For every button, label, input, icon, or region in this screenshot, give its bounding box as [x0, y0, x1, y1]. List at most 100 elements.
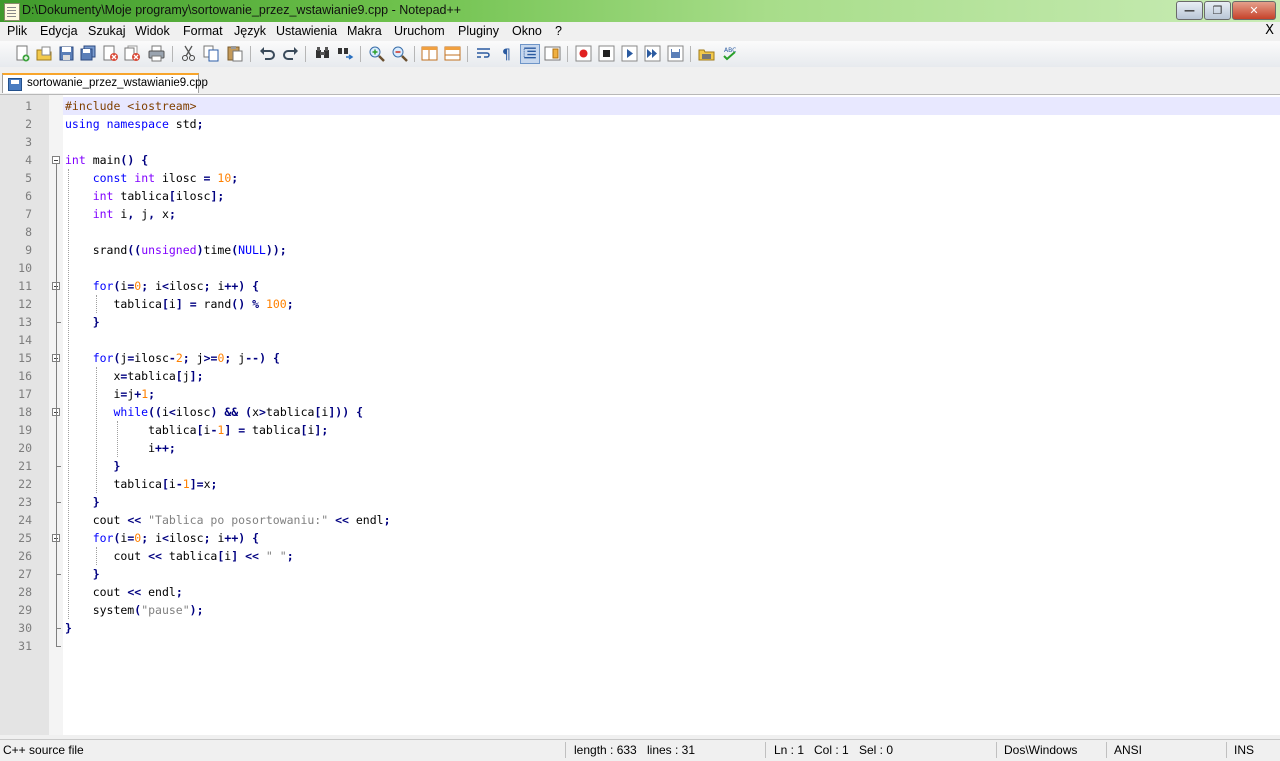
line-number[interactable]: 19 — [0, 423, 32, 437]
run-macro-multiple-icon[interactable] — [644, 45, 661, 62]
code-line[interactable]: i=j+1; — [63, 385, 1280, 403]
line-number[interactable]: 9 — [0, 243, 32, 257]
code-line[interactable]: cout << tablica[i] << " "; — [63, 547, 1280, 565]
line-number[interactable]: 2 — [0, 117, 32, 131]
notepad-plus-plus-icon[interactable] — [4, 3, 20, 21]
code-line[interactable]: const int ilosc = 10; — [63, 169, 1280, 187]
line-number[interactable]: 10 — [0, 261, 32, 275]
line-number[interactable]: 13 — [0, 315, 32, 329]
close-all-icon[interactable] — [124, 45, 141, 62]
menu-pluginy[interactable]: Pluginy — [458, 24, 499, 38]
paste-icon[interactable] — [226, 45, 243, 62]
code-line[interactable]: for(i=0; i<ilosc; i++) { — [63, 529, 1280, 547]
line-number[interactable]: 14 — [0, 333, 32, 347]
code-line[interactable]: using namespace std; — [63, 115, 1280, 133]
line-number[interactable]: 27 — [0, 567, 32, 581]
record-macro-icon[interactable] — [575, 45, 592, 62]
print-icon[interactable] — [148, 45, 165, 62]
line-number[interactable]: 18 — [0, 405, 32, 419]
line-number[interactable]: 12 — [0, 297, 32, 311]
maximize-button[interactable]: ❐ — [1204, 1, 1231, 20]
tab-file[interactable]: sortowanie_przez_wstawianie9.cpp — [2, 73, 208, 93]
replace-icon[interactable] — [337, 45, 354, 62]
line-number[interactable]: 25 — [0, 531, 32, 545]
sync-horizontal-icon[interactable] — [444, 45, 461, 62]
code-line[interactable]: tablica[i] = rand() % 100; — [63, 295, 1280, 313]
word-wrap-icon[interactable] — [475, 45, 492, 62]
code-line[interactable]: tablica[i-1]=x; — [63, 475, 1280, 493]
code-line[interactable]: } — [63, 313, 1280, 331]
line-number[interactable]: 23 — [0, 495, 32, 509]
line-number[interactable]: 7 — [0, 207, 32, 221]
play-macro-icon[interactable] — [621, 45, 638, 62]
menu-widok[interactable]: Widok — [135, 24, 170, 38]
code-line[interactable]: tablica[i-1] = tablica[i]; — [63, 421, 1280, 439]
stop-macro-icon[interactable] — [598, 45, 615, 62]
find-icon[interactable] — [314, 45, 331, 62]
indent-guide-icon[interactable] — [520, 44, 540, 64]
menu-ustawienia[interactable]: Ustawienia — [276, 24, 337, 38]
line-number[interactable]: 6 — [0, 189, 32, 203]
code-line[interactable] — [63, 259, 1280, 277]
code-line[interactable]: cout << "Tablica po posortowaniu:" << en… — [63, 511, 1280, 529]
spellcheck-icon[interactable]: ABC — [721, 45, 738, 62]
code-line[interactable]: x=tablica[j]; — [63, 367, 1280, 385]
sync-vertical-icon[interactable] — [421, 45, 438, 62]
line-number[interactable]: 5 — [0, 171, 32, 185]
menu-format[interactable]: Format — [183, 24, 223, 38]
line-number[interactable]: 28 — [0, 585, 32, 599]
code-line[interactable]: #include <iostream> — [63, 97, 1280, 115]
copy-icon[interactable] — [203, 45, 220, 62]
code-line[interactable] — [63, 223, 1280, 241]
line-number[interactable]: 16 — [0, 369, 32, 383]
save-all-icon[interactable] — [80, 45, 97, 62]
code-line[interactable]: int i, j, x; — [63, 205, 1280, 223]
line-number[interactable]: 31 — [0, 639, 32, 653]
show-all-chars-icon[interactable]: ¶ — [498, 45, 515, 62]
code-line[interactable]: } — [63, 493, 1280, 511]
new-file-icon[interactable] — [14, 45, 31, 62]
editor[interactable]: #include <iostream> using namespace std; i… — [0, 95, 1280, 735]
line-number[interactable]: 4 — [0, 153, 32, 167]
line-number[interactable]: 3 — [0, 135, 32, 149]
code-line[interactable]: for(j=ilosc-2; j>=0; j--) { — [63, 349, 1280, 367]
menu-szukaj[interactable]: Szukaj — [88, 24, 126, 38]
menu-uruchom[interactable]: Uruchom — [394, 24, 445, 38]
code-line[interactable] — [63, 637, 1280, 655]
code-line[interactable]: system("pause"); — [63, 601, 1280, 619]
close-window-button[interactable]: ✕ — [1232, 1, 1276, 20]
redo-icon[interactable] — [282, 45, 299, 62]
code-line[interactable]: int main() { — [63, 151, 1280, 169]
code-line[interactable]: int tablica[ilosc]; — [63, 187, 1280, 205]
code-line[interactable]: while((i<ilosc) && (x>tablica[i])) { — [63, 403, 1280, 421]
menu-plik[interactable]: Plik — [7, 24, 27, 38]
code-line[interactable] — [63, 133, 1280, 151]
menu-jezyk[interactable]: Język — [234, 24, 266, 38]
line-number[interactable]: 1 — [0, 99, 32, 113]
zoom-in-icon[interactable] — [368, 45, 385, 62]
code-area[interactable]: #include <iostream> using namespace std; i… — [63, 95, 1280, 735]
line-number[interactable]: 20 — [0, 441, 32, 455]
open-folder-icon[interactable] — [698, 45, 715, 62]
code-line[interactable]: } — [63, 457, 1280, 475]
line-number[interactable]: 24 — [0, 513, 32, 527]
cut-icon[interactable] — [180, 45, 197, 62]
menu-makra[interactable]: Makra — [347, 24, 382, 38]
undo-icon[interactable] — [259, 45, 276, 62]
line-number[interactable]: 11 — [0, 279, 32, 293]
code-line[interactable]: srand((unsigned)time(NULL)); — [63, 241, 1280, 259]
code-line[interactable]: i++; — [63, 439, 1280, 457]
code-line[interactable]: } — [63, 565, 1280, 583]
save-macro-icon[interactable] — [667, 45, 684, 62]
line-number[interactable]: 26 — [0, 549, 32, 563]
close-document-button[interactable]: X — [1265, 23, 1274, 38]
code-line[interactable]: for(i=0; i<ilosc; i++) { — [63, 277, 1280, 295]
line-number[interactable]: 29 — [0, 603, 32, 617]
menu-okno[interactable]: Okno — [512, 24, 542, 38]
open-file-icon[interactable] — [36, 45, 53, 62]
line-number[interactable]: 22 — [0, 477, 32, 491]
code-line[interactable]: cout << endl; — [63, 583, 1280, 601]
zoom-out-icon[interactable] — [391, 45, 408, 62]
line-number[interactable]: 8 — [0, 225, 32, 239]
code-line[interactable] — [63, 331, 1280, 349]
